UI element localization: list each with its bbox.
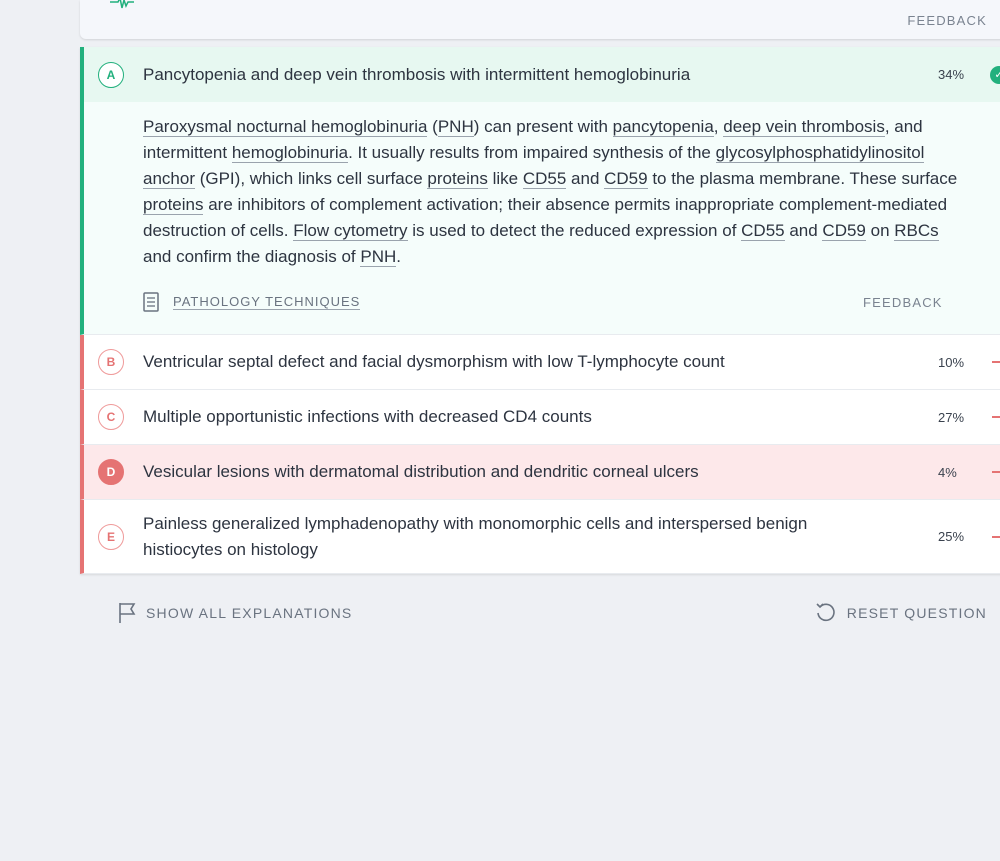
incorrect-mark-icon	[992, 361, 1000, 363]
term-link[interactable]: Flow cytometry	[293, 221, 408, 241]
incorrect-mark-icon	[992, 416, 1000, 418]
term-link[interactable]: pancytopenia	[612, 117, 714, 137]
waveform-icon	[110, 0, 134, 9]
term-link[interactable]: CD59	[604, 169, 648, 189]
reset-question-button[interactable]: RESET QUESTION	[815, 602, 987, 624]
term-link[interactable]: proteins	[427, 169, 488, 189]
option-percent: 4%	[938, 464, 957, 480]
term-link[interactable]: RBCs	[894, 221, 939, 241]
option-a[interactable]: A Pancytopenia and deep vein thrombosis …	[80, 47, 1000, 102]
option-letter: B	[98, 349, 124, 375]
flag-icon	[119, 603, 136, 623]
show-all-label: SHOW ALL EXPLANATIONS	[146, 605, 353, 621]
term-link[interactable]: proteins	[143, 195, 204, 215]
option-letter: A	[98, 61, 124, 88]
explanation-panel: Paroxysmal nocturnal hemoglobinuria (PNH…	[80, 102, 1000, 335]
term-link[interactable]: CD55	[741, 221, 785, 241]
reset-label: RESET QUESTION	[846, 605, 987, 621]
explanation-footer: PATHOLOGY TECHNIQUES FEEDBACK	[143, 292, 1000, 312]
option-text: Pancytopenia and deep vein thrombosis wi…	[143, 64, 691, 84]
option-text: Painless generalized lymphadenopathy wit…	[143, 513, 808, 559]
term-link[interactable]: Paroxysmal nocturnal hemoglobinuria	[143, 117, 428, 137]
option-e[interactable]: E Painless generalized lymphadenopathy w…	[80, 500, 1000, 574]
option-c[interactable]: C Multiple opportunistic infections with…	[80, 390, 1000, 445]
explanation-feedback-button[interactable]: FEEDBACK	[863, 295, 943, 310]
term-link[interactable]: PNH	[437, 117, 474, 137]
option-percent: 25%	[938, 529, 965, 544]
option-text: Multiple opportunistic infections with d…	[143, 407, 592, 426]
document-icon	[143, 292, 159, 312]
previous-card: FEEDBACK	[80, 0, 1000, 39]
show-all-explanations-button[interactable]: SHOW ALL EXPLANATIONS	[118, 602, 352, 624]
option-letter: C	[98, 404, 124, 430]
option-d[interactable]: D Vesicular lesions with dermatomal dist…	[80, 445, 1000, 500]
top-feedback-button[interactable]: FEEDBACK	[907, 13, 987, 28]
topic-link[interactable]: PATHOLOGY TECHNIQUES	[173, 294, 361, 310]
option-letter: D	[98, 459, 124, 485]
term-link[interactable]: PNH	[360, 247, 397, 267]
option-percent: 10%	[938, 354, 965, 370]
term-link[interactable]: CD55	[522, 169, 567, 189]
term-link[interactable]: CD59	[822, 221, 866, 241]
term-link[interactable]: deep vein thrombosis	[723, 117, 885, 137]
option-letter: E	[98, 523, 124, 550]
incorrect-mark-icon	[992, 471, 1000, 473]
answer-choices-card: A Pancytopenia and deep vein thrombosis …	[80, 47, 1000, 574]
reset-icon	[816, 603, 835, 622]
question-actions: SHOW ALL EXPLANATIONS RESET QUESTION	[80, 600, 990, 626]
option-text: Ventricular septal defect and facial dys…	[143, 352, 725, 371]
check-circle-icon: ✓	[990, 65, 1000, 84]
option-text: Vesicular lesions with dermatomal distri…	[143, 462, 699, 481]
term-link[interactable]: hemoglobinuria	[231, 143, 349, 163]
option-percent: 34%	[938, 67, 965, 82]
incorrect-mark-icon	[992, 535, 1000, 538]
option-percent: 27%	[938, 409, 965, 425]
option-b[interactable]: B Ventricular septal defect and facial d…	[80, 335, 1000, 390]
explanation-text: Paroxysmal nocturnal hemoglobinuria (PNH…	[143, 117, 958, 267]
